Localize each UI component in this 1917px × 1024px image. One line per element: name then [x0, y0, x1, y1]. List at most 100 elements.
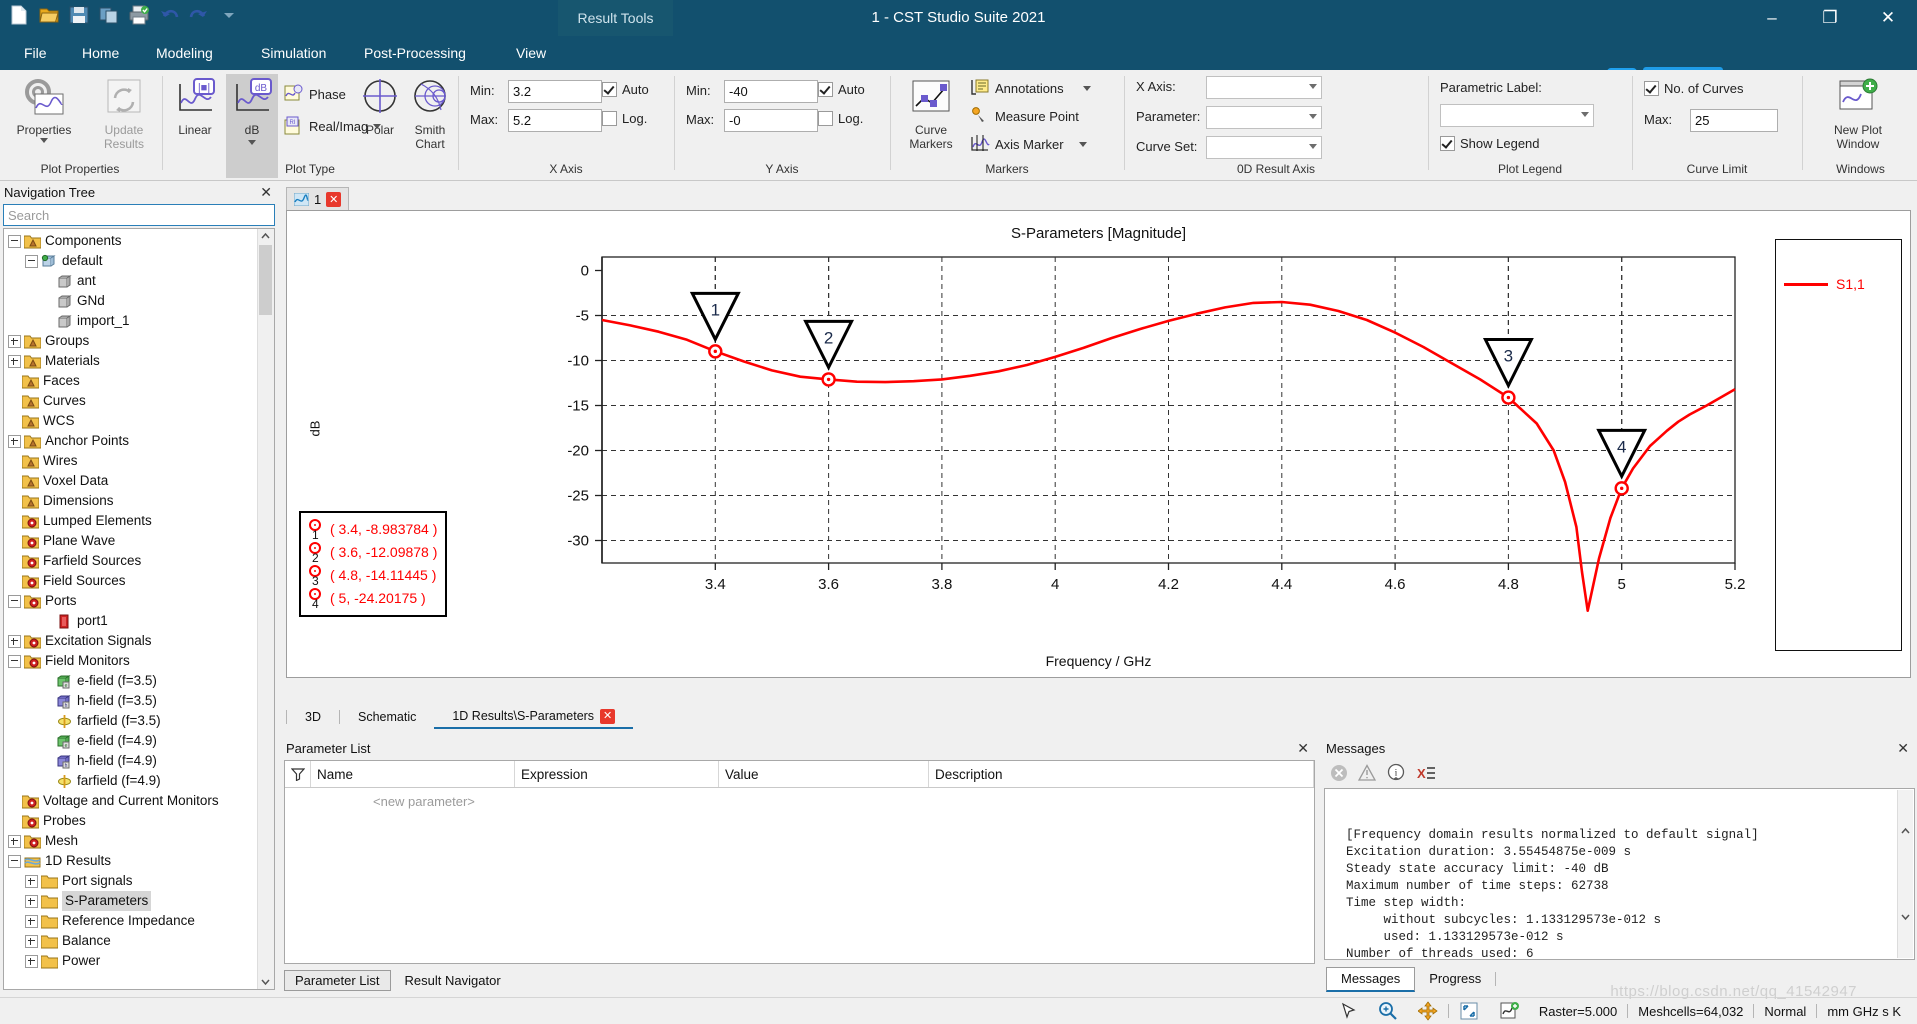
maximize-button[interactable]: ❐: [1801, 0, 1859, 36]
tree-item-wires[interactable]: Wires: [4, 451, 258, 471]
tree-item-power[interactable]: Power: [4, 951, 258, 971]
axis-marker-button[interactable]: Axis Marker: [970, 134, 1087, 154]
tree-item-dimensions[interactable]: Dimensions: [4, 491, 258, 511]
x-min-input[interactable]: 3.2: [508, 80, 602, 103]
marker-annotation-box[interactable]: 1 ( 3.4, -8.983784 ) 2 ( 3.6, -12.09878 …: [299, 511, 448, 617]
expand-toggle[interactable]: [25, 934, 38, 948]
parametric-label-combo[interactable]: [1440, 104, 1594, 127]
update-results-button[interactable]: Update Results: [86, 74, 162, 151]
cursor-icon[interactable]: [1330, 1002, 1368, 1020]
x-axis-combo[interactable]: [1206, 76, 1322, 99]
expand-toggle[interactable]: [8, 354, 21, 368]
zoom-icon[interactable]: [1368, 1001, 1408, 1021]
close-icon[interactable]: ✕: [260, 184, 272, 201]
x-log-checkbox[interactable]: Log.: [602, 111, 647, 126]
tree-item-farfield-f-4-9[interactable]: farfield (f=4.9): [4, 771, 258, 791]
chart-legend[interactable]: S1,1: [1775, 239, 1902, 651]
y-auto-checkbox[interactable]: Auto: [818, 82, 865, 97]
scroll-up-icon[interactable]: [260, 231, 271, 242]
tree-item-plane-wave[interactable]: Plane Wave: [4, 531, 258, 551]
tree-scroll-thumb[interactable]: [259, 245, 272, 315]
chevron-down-icon[interactable]: [248, 140, 256, 145]
tree-item-farfield-f-3-5[interactable]: farfield (f=3.5): [4, 711, 258, 731]
no-of-curves-checkbox[interactable]: No. of Curves: [1644, 81, 1743, 96]
tree-item-mesh[interactable]: Mesh: [4, 831, 258, 851]
navigation-tree[interactable]: Components default ant GNd import_1 Groups Mat…: [3, 228, 275, 990]
column-header-name[interactable]: Name: [311, 761, 515, 787]
new-parameter-row[interactable]: <new parameter>: [285, 788, 1314, 809]
tree-item-port1[interactable]: port1: [4, 611, 258, 631]
plot-canvas[interactable]: S-Parameters [Magnitude] dB Frequency / …: [286, 210, 1911, 678]
tree-item-port-signals[interactable]: Port signals: [4, 871, 258, 891]
messages-scrollbar[interactable]: [1897, 790, 1913, 958]
tab-progress[interactable]: Progress: [1415, 968, 1495, 990]
close-icon[interactable]: ✕: [326, 192, 342, 207]
tree-item-field-monitors[interactable]: Field Monitors: [4, 651, 258, 671]
tree-item-materials[interactable]: Materials: [4, 351, 258, 371]
curve-set-combo[interactable]: [1206, 136, 1322, 159]
menu-file[interactable]: File: [8, 36, 63, 70]
expand-toggle[interactable]: [8, 434, 21, 448]
tree-item-field-sources[interactable]: Field Sources: [4, 571, 258, 591]
close-icon[interactable]: ✕: [600, 708, 616, 724]
tree-item-faces[interactable]: Faces: [4, 371, 258, 391]
tree-item-ports[interactable]: Ports: [4, 591, 258, 611]
menu-view[interactable]: View: [500, 36, 562, 70]
tree-vertical-scrollbar[interactable]: [257, 229, 274, 989]
properties-button[interactable]: Properties: [6, 74, 82, 144]
close-icon[interactable]: ✕: [1897, 740, 1909, 757]
collapse-toggle[interactable]: [8, 654, 21, 668]
collapse-toggle[interactable]: [8, 594, 21, 608]
expand-toggle[interactable]: [25, 914, 38, 928]
curve-markers-button[interactable]: Curve Markers: [898, 74, 964, 151]
plot-tab-1[interactable]: 1 ✕: [286, 186, 350, 212]
legend-entry-s11[interactable]: S1,1: [1784, 276, 1865, 292]
polar-button[interactable]: Polar: [356, 74, 404, 137]
close-button[interactable]: ✕: [1859, 0, 1917, 36]
y-max-input[interactable]: -0: [724, 109, 818, 132]
tree-item-e-field-f-3-5[interactable]: e e-field (f=3.5): [4, 671, 258, 691]
expand-toggle[interactable]: [8, 334, 21, 348]
curves-max-input[interactable]: 25: [1690, 109, 1778, 132]
warning-icon[interactable]: [1358, 764, 1376, 782]
tree-item-import-1[interactable]: import_1: [4, 311, 258, 331]
expand-toggle[interactable]: [25, 874, 38, 888]
annotations-button[interactable]: Annotations: [970, 78, 1091, 98]
parameter-combo[interactable]: [1206, 106, 1322, 129]
tree-item-voltage-and-current-monitors[interactable]: Voltage and Current Monitors: [4, 791, 258, 811]
x-auto-checkbox[interactable]: Auto: [602, 82, 649, 97]
smith-chart-button[interactable]: Smith Chart: [404, 74, 456, 151]
parameter-table[interactable]: Name Expression Value Description <new p…: [284, 760, 1315, 964]
fit-icon[interactable]: [1449, 1001, 1489, 1021]
tree-item-default[interactable]: default: [4, 251, 258, 271]
tree-item-groups[interactable]: Groups: [4, 331, 258, 351]
tree-item-voxel-data[interactable]: Voxel Data: [4, 471, 258, 491]
scroll-down-icon[interactable]: [1900, 877, 1914, 956]
tree-item-probes[interactable]: Probes: [4, 811, 258, 831]
minimize-button[interactable]: –: [1743, 0, 1801, 36]
menu-simulation[interactable]: Simulation: [245, 36, 342, 70]
search-input[interactable]: Search: [3, 204, 275, 226]
view-tab-1d-results-sparameters[interactable]: 1D Results\S-Parameters ✕: [434, 705, 634, 729]
x-max-input[interactable]: 5.2: [508, 109, 602, 132]
expand-toggle[interactable]: [8, 834, 21, 848]
expand-toggle[interactable]: [25, 894, 38, 908]
tree-item-lumped-elements[interactable]: Lumped Elements: [4, 511, 258, 531]
tab-result-navigator[interactable]: Result Navigator: [395, 971, 511, 990]
export-icon[interactable]: X: [1416, 764, 1436, 782]
messages-body[interactable]: [Frequency domain results normalized to …: [1324, 788, 1915, 960]
tree-item-wcs[interactable]: WCS: [4, 411, 258, 431]
tree-item-s-parameters[interactable]: S-Parameters: [4, 891, 258, 911]
menu-home[interactable]: Home: [66, 36, 135, 70]
chevron-down-icon[interactable]: [40, 138, 48, 143]
close-icon[interactable]: ✕: [1297, 740, 1309, 757]
menu-post-processing[interactable]: Post-Processing: [348, 36, 482, 70]
expand-toggle[interactable]: [8, 634, 21, 648]
tree-item-curves[interactable]: Curves: [4, 391, 258, 411]
tree-item-ant[interactable]: ant: [4, 271, 258, 291]
column-header-description[interactable]: Description: [929, 761, 1314, 787]
show-legend-checkbox[interactable]: Show Legend: [1440, 136, 1540, 151]
collapse-toggle[interactable]: [25, 254, 38, 268]
y-log-checkbox[interactable]: Log.: [818, 111, 863, 126]
scroll-down-icon[interactable]: [260, 976, 271, 987]
